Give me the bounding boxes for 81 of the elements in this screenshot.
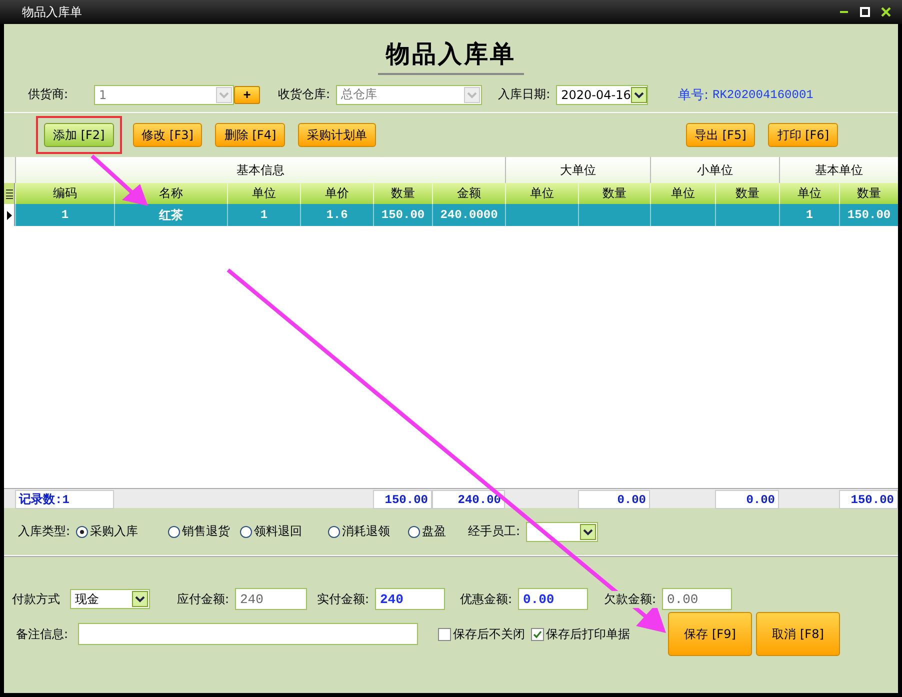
warehouse-label: 收货仓库:: [278, 86, 330, 103]
handler-combo[interactable]: [526, 522, 598, 542]
table-cell: 1: [227, 204, 300, 226]
radio-button[interactable]: [76, 526, 88, 538]
supplier-combo[interactable]: 1: [94, 84, 234, 104]
date-picker[interactable]: 2020-04-16: [556, 84, 648, 104]
column-header[interactable]: 编码: [15, 183, 114, 204]
inbound-type-label: 入库类型:: [18, 523, 70, 540]
radio-button[interactable]: [168, 526, 180, 538]
total-value: 240.00: [432, 490, 505, 509]
total-value: 150.00: [839, 490, 898, 509]
radio-button[interactable]: [328, 526, 340, 538]
table-cell: 1: [15, 204, 114, 226]
column-header[interactable]: 单位: [650, 183, 715, 204]
action-button[interactable]: 保存 [F9]: [668, 612, 752, 656]
total-value: 0.00: [715, 490, 779, 509]
table-cell: 150.00: [373, 204, 432, 226]
column-header[interactable]: 单位: [227, 183, 300, 204]
add-supplier-button[interactable]: +: [234, 86, 260, 104]
column-header[interactable]: 单位: [779, 183, 839, 204]
dropdown-icon[interactable]: [580, 524, 596, 540]
dropdown-icon[interactable]: [132, 591, 148, 607]
table-cell: 150.00: [839, 204, 898, 226]
column-header[interactable]: 数量: [373, 183, 432, 204]
checkbox-label: 保存后打印单据: [546, 626, 630, 642]
date-label: 入库日期:: [498, 86, 550, 103]
column-header[interactable]: 单位: [505, 183, 578, 204]
amount-field[interactable]: 240: [375, 588, 445, 610]
toolbar-button[interactable]: 采购计划单: [298, 123, 376, 147]
table-cell: 1: [779, 204, 839, 226]
order-number-label: 单号:: [678, 86, 709, 104]
form-title: 物品入库单: [378, 38, 524, 75]
total-value: 150.00: [373, 490, 432, 509]
radio-label: 领料退回: [254, 523, 302, 540]
dropdown-icon[interactable]: [630, 86, 647, 102]
group-header: 基本单位: [779, 157, 898, 183]
close-icon[interactable]: [880, 6, 892, 18]
toolbar-button[interactable]: 打印 [F6]: [768, 123, 838, 147]
radio-label: 销售退货: [182, 523, 230, 540]
column-header[interactable]: 金额: [432, 183, 505, 204]
total-value: 0.00: [578, 490, 650, 509]
column-header[interactable]: 单价: [300, 183, 373, 204]
column-header[interactable]: 数量: [578, 183, 650, 204]
table-cell: [578, 204, 650, 226]
radio-label: 采购入库: [90, 523, 138, 540]
remarks-field[interactable]: [78, 623, 418, 645]
checkbox[interactable]: [531, 628, 544, 640]
table-cell: 1.6: [300, 204, 373, 226]
column-header[interactable]: 数量: [715, 183, 779, 204]
grid-corner: [4, 157, 15, 183]
remarks-label: 备注信息:: [16, 626, 68, 642]
table-cell: 240.0000: [432, 204, 505, 226]
radio-button[interactable]: [240, 526, 252, 538]
radio-button[interactable]: [408, 526, 420, 538]
table-cell: [715, 204, 779, 226]
group-header: 基本信息: [15, 157, 505, 183]
table-cell: 红茶: [114, 204, 227, 226]
maximize-icon[interactable]: [859, 6, 871, 18]
order-number: RK202004160001: [712, 88, 814, 102]
amount-field[interactable]: 0.00: [518, 588, 588, 610]
pointer-arrow: [90, 154, 148, 206]
toolbar-button[interactable]: 添加 [F2]: [44, 123, 114, 147]
table-cell: [650, 204, 715, 226]
supplier-label: 供货商:: [28, 86, 68, 103]
group-header: 大单位: [505, 157, 650, 183]
checkbox[interactable]: [438, 628, 452, 640]
column-header[interactable]: 数量: [839, 183, 898, 204]
toolbar-button[interactable]: 导出 [F5]: [686, 123, 756, 147]
action-button[interactable]: 取消 [F8]: [756, 612, 840, 656]
current-row-icon: [6, 210, 12, 220]
warehouse-combo[interactable]: 总仓库: [336, 84, 482, 104]
checkbox-label: 保存后不关闭: [453, 626, 526, 642]
record-count: 记录数:1: [15, 490, 114, 509]
handler-label: 经手员工:: [468, 523, 520, 540]
toolbar-button[interactable]: 修改 [F3]: [132, 123, 202, 147]
radio-label: 消耗退领: [342, 523, 390, 540]
toolbar-button[interactable]: 删除 [F4]: [215, 123, 286, 147]
group-header: 小单位: [650, 157, 779, 183]
radio-label: 盘盈: [422, 523, 446, 540]
payment-method-combo[interactable]: 现金: [70, 589, 150, 609]
window-title: 物品入库单: [22, 4, 83, 20]
